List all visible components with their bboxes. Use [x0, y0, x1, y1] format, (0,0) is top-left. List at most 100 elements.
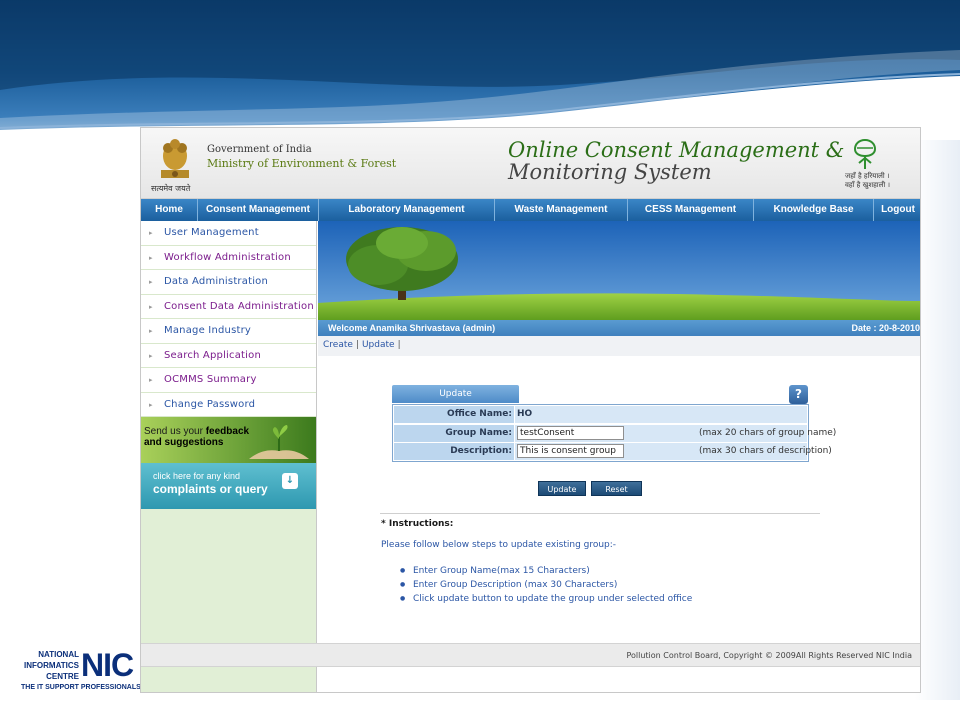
separator: | [355, 340, 359, 350]
update-link[interactable]: Update [362, 340, 395, 350]
emblem-motto: सत्यमेव जयते [151, 184, 191, 193]
bullet-icon: ▸ [149, 229, 153, 237]
nav-consent-management[interactable]: Consent Management [198, 199, 319, 221]
sidebar-item-search-application[interactable]: ▸ Search Application [141, 343, 316, 368]
sidebar-item-data-administration[interactable]: ▸ Data Administration [141, 270, 316, 295]
complaint-banner[interactable]: click here for any kind complaints or qu… [141, 463, 316, 509]
description-hint: (max 30 chars of description) [699, 446, 832, 456]
slogan-line2: वहाँ है खुशहाली । [845, 181, 891, 189]
app-title-line1: Online Consent Management & [508, 138, 845, 162]
bullet-icon: ▸ [149, 278, 153, 286]
sidebar-item-label: Workflow Administration [164, 251, 291, 263]
ministry-line: Ministry of Environment & Forest [207, 157, 397, 170]
sidebar-item-label: Consent Data Administration [164, 300, 314, 312]
bullet-icon: ▸ [149, 351, 153, 360]
tab-update[interactable]: Update [392, 385, 519, 403]
sidebar-item-user-management[interactable]: ▸ User Management [141, 221, 316, 246]
app-title-line2: Monitoring System [508, 160, 712, 184]
list-item: Click update button to update the group … [400, 592, 692, 606]
down-arrow-icon[interactable]: ↓ [282, 473, 298, 489]
office-name-value: HO [517, 409, 533, 419]
nic-tagline: THE IT SUPPORT PROFESSIONALS [21, 684, 141, 691]
create-link[interactable]: Create [323, 340, 353, 350]
main-content: Welcome Anamika Shrivastava (admin) Date… [318, 221, 920, 692]
sidebar-item-manage-industry[interactable]: ▸ Manage Industry [141, 319, 316, 344]
sidebar-item-label: Data Administration [164, 276, 269, 287]
feedback-banner[interactable]: Send us your feedback and suggestions [141, 417, 316, 463]
nav-knowledge-base[interactable]: Knowledge Base [754, 199, 874, 221]
main-nav: Home Consent Management Laboratory Manag… [141, 199, 920, 221]
sidebar-item-label: Search Application [164, 349, 262, 361]
hero-tree-image [318, 221, 920, 320]
nic-line3: CENTRE [46, 672, 79, 681]
green-slogan: जहाँ है हरियाली । वहाँ है खुशहाली । [845, 172, 890, 190]
app-header: सत्यमेव जयते Government of India Ministr… [141, 128, 920, 199]
sub-nav: Create | Update | [318, 336, 920, 356]
sidebar-item-label: User Management [164, 227, 259, 238]
complaint-text-line1: click here for any kind [153, 471, 241, 481]
separator: | [397, 340, 401, 350]
ministry-text: Government of India Ministry of Environm… [207, 144, 396, 170]
nav-cess-management[interactable]: CESS Management [628, 199, 754, 221]
national-emblem-icon [161, 139, 189, 178]
sidebar-item-label: OCMMS Summary [164, 374, 257, 385]
nic-line2: INFORMATICS [24, 661, 79, 670]
list-item: Enter Group Name(max 15 Characters) [400, 564, 692, 578]
help-icon[interactable]: ? [789, 385, 808, 404]
sidebar: ▸ User Management ▸ Workflow Administrat… [141, 221, 317, 692]
nic-line1: NATIONAL [38, 650, 79, 659]
complaint-text-line2: complaints or query [153, 482, 268, 496]
instructions-title: * Instructions: [381, 519, 454, 529]
slogan-line1: जहाँ है हरियाली । [845, 172, 890, 180]
sidebar-item-workflow-administration[interactable]: ▸ Workflow Administration [141, 245, 316, 270]
sidebar-item-label: Change Password [164, 398, 256, 410]
group-name-label: Group Name: [394, 424, 514, 442]
bullet-icon: ▸ [149, 302, 153, 311]
office-name-label: Office Name: [394, 406, 514, 423]
nav-logout[interactable]: Logout [874, 199, 920, 221]
description-label: Description: [394, 443, 514, 460]
feedback-text-bold: feedback [205, 426, 250, 437]
nav-laboratory-management[interactable]: Laboratory Management [319, 199, 495, 221]
date-text: Date : 20-8-2010 [851, 323, 920, 333]
form-row-description: Description: This is consent group (max … [393, 442, 832, 461]
sidebar-item-ocmms-summary[interactable]: ▸ OCMMS Summary [141, 368, 316, 393]
app-window: सत्यमेव जयते Government of India Ministr… [140, 127, 921, 693]
welcome-bar: Welcome Anamika Shrivastava (admin) Date… [318, 320, 920, 336]
gov-line: Government of India [207, 144, 312, 155]
group-name-hint: (max 20 chars of group name) [699, 427, 837, 438]
sidebar-item-change-password[interactable]: ▸ Change Password [141, 392, 316, 417]
nav-waste-management[interactable]: Waste Management [495, 199, 628, 221]
bullet-icon: ▸ [149, 376, 153, 384]
nav-home[interactable]: Home [141, 199, 198, 221]
feedback-text: Send us your feedback and suggestions [144, 426, 249, 448]
form-row-office: Office Name: HO [393, 405, 808, 424]
divider [380, 513, 820, 514]
form-value-cell [515, 406, 807, 423]
form-row-group: Group Name: testConsent (max 20 chars of… [393, 424, 836, 442]
green-tree-icon [853, 138, 877, 169]
nic-logo-text: NATIONAL INFORMATICS CENTRE [21, 649, 79, 682]
nic-mark: NIC [81, 647, 134, 683]
group-name-input[interactable]: testConsent [517, 425, 624, 440]
bullet-icon: ▸ [149, 253, 153, 262]
feedback-text-line2: and suggestions [144, 437, 224, 448]
update-form: Office Name: HO Group Name: testConsent … [392, 404, 836, 462]
slide-right-accent [915, 140, 960, 700]
instructions-description: Please follow below steps to update exis… [381, 540, 617, 550]
nic-logo: NATIONAL INFORMATICS CENTRE NIC THE IT S… [21, 647, 141, 693]
app-title: Online Consent Management & Monitoring S… [508, 139, 845, 183]
reset-button[interactable]: Reset [591, 481, 642, 496]
bullet-icon: ▸ [149, 400, 153, 409]
sidebar-item-label: Manage Industry [164, 325, 252, 336]
description-input[interactable]: This is consent group [517, 444, 624, 458]
list-item: Enter Group Description (max 30 Characte… [400, 578, 692, 592]
bullet-icon: ▸ [149, 327, 153, 335]
sidebar-item-consent-data-administration[interactable]: ▸ Consent Data Administration [141, 294, 316, 319]
instructions-list: Enter Group Name(max 15 Characters) Ente… [400, 564, 692, 606]
hands-plant-icon [249, 425, 309, 459]
welcome-text: Welcome Anamika Shrivastava (admin) [328, 323, 496, 333]
update-button[interactable]: Update [538, 481, 586, 496]
feedback-text-pre: Send us your [144, 426, 206, 437]
footer: Pollution Control Board, Copyright © 200… [141, 643, 920, 667]
